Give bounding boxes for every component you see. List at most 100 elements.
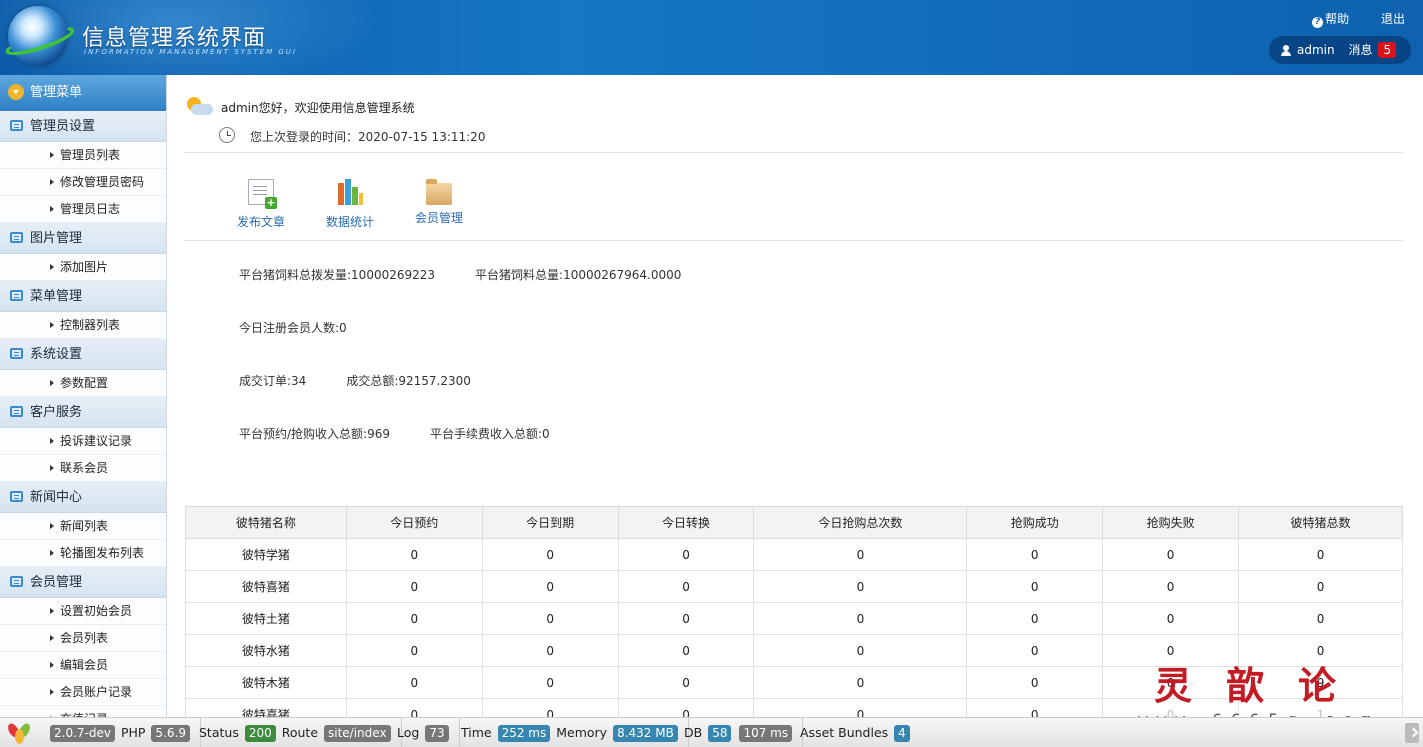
debug-version-section[interactable]: 2.0.7-dev PHP 5.6.9 [40,718,201,747]
table-cell: 0 [966,570,1104,603]
help-icon: ? [1312,17,1324,28]
db-time-badge: 107 ms [739,725,793,742]
new-document-icon [248,179,277,209]
time-badge: 252 ms [497,725,551,742]
table-cell: 0 [617,570,755,603]
username[interactable]: admin [1297,43,1335,57]
table-cell: 0 [481,634,619,667]
sidebar-item-recharge-records[interactable]: 充值记录 [0,706,166,717]
stat-reserve-income: 平台预约/抢购收入总额:969 [239,427,390,441]
table-cell: 0 [1102,538,1240,571]
table-cell: 0 [617,538,755,571]
stat-order-amount: 成交总额:92157.2300 [346,374,471,388]
sidebar-group-menus[interactable]: 菜单管理 [0,281,166,312]
log-count-badge: 73 [425,725,449,742]
column-header: 今日抢购总次数 [753,506,968,539]
sidebar-item-add-image[interactable]: 添加图片 [0,254,166,281]
publish-article-button[interactable]: 发布文章 [226,179,296,230]
sidebar-item-edit-member[interactable]: 编辑会员 [0,652,166,679]
table-cell: 0 [617,602,755,635]
stat-orders: 成交订单:34 [239,374,307,388]
table-cell: 0 [1102,570,1240,603]
menu-title: 管理菜单 [30,85,83,100]
logout-link[interactable]: 退出 [1381,10,1405,27]
yii-version-badge: 2.0.7-dev [50,725,115,742]
memory-badge: 8.432 MB [613,725,678,742]
folder-icon [426,179,452,205]
sidebar-item-change-password[interactable]: 修改管理员密码 [0,169,166,196]
column-header: 今日转换 [617,506,755,539]
sidebar-item-member-list[interactable]: 会员列表 [0,625,166,652]
table-cell: 0 [966,634,1104,667]
group-label: 系统设置 [30,347,83,362]
column-header: 彼特猪总数 [1238,506,1403,539]
assets-label: Asset Bundles [800,725,889,740]
table-cell: 0 [753,570,968,603]
sidebar-group-system[interactable]: 系统设置 [0,339,166,370]
status-code-badge: 200 [244,725,276,742]
sidebar-item-complaints[interactable]: 投诉建议记录 [0,428,166,455]
db-label: DB [684,725,703,740]
menu-group-icon [10,232,23,243]
yii-logo-icon[interactable] [5,721,34,744]
data-statistics-button[interactable]: 数据统计 [315,179,385,230]
table-cell: 0 [345,698,483,717]
toolbar-toggle-chevron-icon[interactable] [1405,723,1419,743]
sidebar-group-news[interactable]: 新闻中心 [0,482,166,513]
table-cell: 0 [481,538,619,571]
sidebar-item-carousel-list[interactable]: 轮播图发布列表 [0,540,166,567]
sidebar-item-initial-member[interactable]: 设置初始会员 [0,598,166,625]
db-count-badge: 58 [708,725,732,742]
welcome-panel: admin您好，欢迎使用信息管理系统 您上次登录的时间：2020-07-15 1… [185,95,1403,153]
table-cell: 0 [753,538,968,571]
column-header: 彼特猪名称 [185,506,347,539]
messages-link[interactable]: 消息 [1348,43,1372,57]
button-label: 发布文章 [236,215,285,229]
sidebar-item-member-accounts[interactable]: 会员账户记录 [0,679,166,706]
weather-icon [185,97,213,117]
route-badge: site/index [324,725,391,742]
sidebar-item-admin-log[interactable]: 管理员日志 [0,196,166,223]
help-link[interactable]: ? 帮助 [1312,10,1349,28]
sidebar-item-admin-list[interactable]: 管理员列表 [0,142,166,169]
sidebar-item-news-list[interactable]: 新闻列表 [0,513,166,540]
sidebar-group-members[interactable]: 会员管理 [0,567,166,598]
debug-request-section[interactable]: Status 200 Route site/index [191,718,402,747]
menu-header[interactable]: 管理菜单 [0,75,166,111]
sidebar-item-contact-member[interactable]: 联系会员 [0,455,166,482]
menu-group-icon [10,491,23,502]
yii-debug-toolbar: 2.0.7-dev PHP 5.6.9 Status 200 Route sit… [0,717,1423,747]
sidebar-group-service[interactable]: 客户服务 [0,397,166,428]
debug-profiling-section[interactable]: Time 252 ms Memory 8.432 MB [453,718,689,747]
messages-count-badge[interactable]: 5 [1378,42,1397,58]
bar-chart-icon [337,179,363,205]
table-cell: 0 [966,666,1104,699]
sidebar-group-admin[interactable]: 管理员设置 [0,111,166,142]
stat-today-members: 今日注册会员人数:0 [239,321,347,335]
stat-feed-total: 平台猪饲料总量:10000267964.0000 [475,268,682,282]
debug-assets-section[interactable]: Asset Bundles 4 [792,718,920,747]
table-cell: 0 [345,602,483,635]
sidebar-item-params[interactable]: 参数配置 [0,370,166,397]
chevron-down-icon [8,84,24,100]
table-cell: 0 [345,570,483,603]
statistics-summary: 平台猪饲料总拨发量:10000269223 平台猪饲料总量:10000267964… [239,268,721,480]
table-cell: 0 [753,666,968,699]
table-row: 彼特土猪 0 0 0 0 0 0 0 [185,602,1403,635]
debug-log-section[interactable]: Log 73 [389,718,460,747]
table-cell: 0 [481,570,619,603]
table-cell: 0 [1102,602,1240,635]
column-header: 抢购失败 [1102,506,1240,539]
member-management-button[interactable]: 会员管理 [404,179,474,226]
table-cell: 0 [753,602,968,635]
menu-group-icon [10,290,23,301]
table-cell: 0 [966,698,1104,717]
sidebar-group-images[interactable]: 图片管理 [0,223,166,254]
group-label: 客户服务 [30,405,83,420]
sidebar-item-controllers[interactable]: 控制器列表 [0,312,166,339]
menu-group-icon [10,120,23,131]
debug-db-section[interactable]: DB 58 107 ms [676,718,804,747]
table-cell: 0 [345,634,483,667]
assets-count-badge: 4 [894,725,910,742]
table-cell: 0 [617,698,755,717]
